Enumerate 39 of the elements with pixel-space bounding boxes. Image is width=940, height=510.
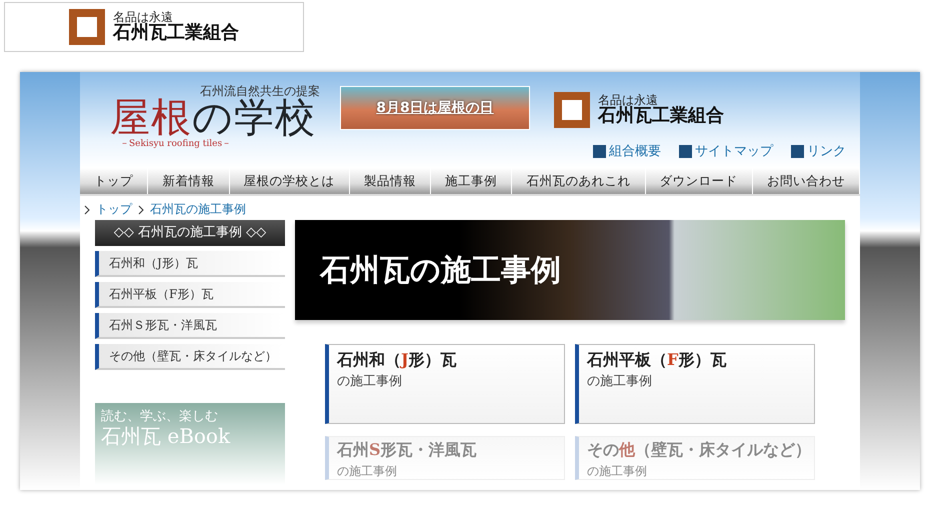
card-title: その他（壁瓦・床タイルなど）: [587, 439, 806, 461]
card-subtitle: の施工事例: [337, 373, 403, 391]
hero-banner: 石州瓦の施工事例: [295, 220, 845, 320]
card-title: 石州和（J形）瓦: [337, 349, 458, 371]
logo-mark-icon: [554, 92, 590, 128]
ebook-title: 石州瓦 eBook: [101, 424, 232, 448]
nav-tab[interactable]: トップ: [80, 168, 148, 194]
sidebar-item[interactable]: 石州Ｓ形瓦・洋風瓦: [95, 312, 285, 338]
card-subtitle: の施工事例: [337, 463, 398, 480]
breadcrumb-link[interactable]: 石州瓦の施工事例: [150, 200, 246, 218]
card-subtitle: の施工事例: [587, 373, 653, 391]
sidebar-item[interactable]: 石州平板（F形）瓦: [95, 282, 285, 308]
card-subtitle: の施工事例: [587, 463, 648, 480]
nav-tab[interactable]: 石州瓦のあれこれ: [512, 168, 646, 194]
breadcrumb-link[interactable]: トップ: [96, 200, 132, 218]
category-card[interactable]: 石州和（J形）瓦 の施工事例: [325, 344, 565, 424]
site-title: 屋根の学校: [110, 98, 316, 138]
site-english-title: －Sekisyu roofing tiles－: [119, 138, 232, 152]
logo-tagline: 名品は永遠: [598, 94, 658, 106]
nav-tab[interactable]: 施工事例: [431, 168, 512, 194]
nav-tab[interactable]: 新着情報: [148, 168, 230, 194]
ebook-tagline: 読む、学ぶ、楽しむ: [101, 408, 219, 424]
logo-mark-icon: [69, 9, 105, 45]
card-title: 石州S形瓦・洋風瓦: [337, 439, 478, 461]
header-link[interactable]: リンク: [791, 142, 846, 162]
nav-tab[interactable]: 製品情報: [350, 168, 431, 194]
nav-tab[interactable]: 屋根の学校とは: [230, 168, 350, 194]
sidebar-item[interactable]: その他（壁瓦・床タイルなど）: [95, 344, 285, 370]
logo-name: 石州瓦工業組合: [598, 106, 724, 126]
logo-tagline: 名品は永遠: [113, 11, 173, 24]
nav-tab[interactable]: ダウンロード: [646, 168, 753, 194]
card-title: 石州平板（F形）瓦: [587, 349, 728, 371]
header-link[interactable]: 組合概要: [593, 142, 661, 162]
category-card[interactable]: 石州平板（F形）瓦 の施工事例: [575, 344, 815, 424]
header-link[interactable]: サイトマップ: [679, 142, 773, 162]
logo-name: 石州瓦工業組合: [113, 23, 239, 43]
site-subtitle: 石州流自然共生の提案: [199, 84, 320, 98]
sidebar-item[interactable]: 石州和（J形）瓦: [95, 250, 285, 276]
sidebar-heading: ◇◇ 石州瓦の施工事例 ◇◇: [95, 220, 285, 246]
